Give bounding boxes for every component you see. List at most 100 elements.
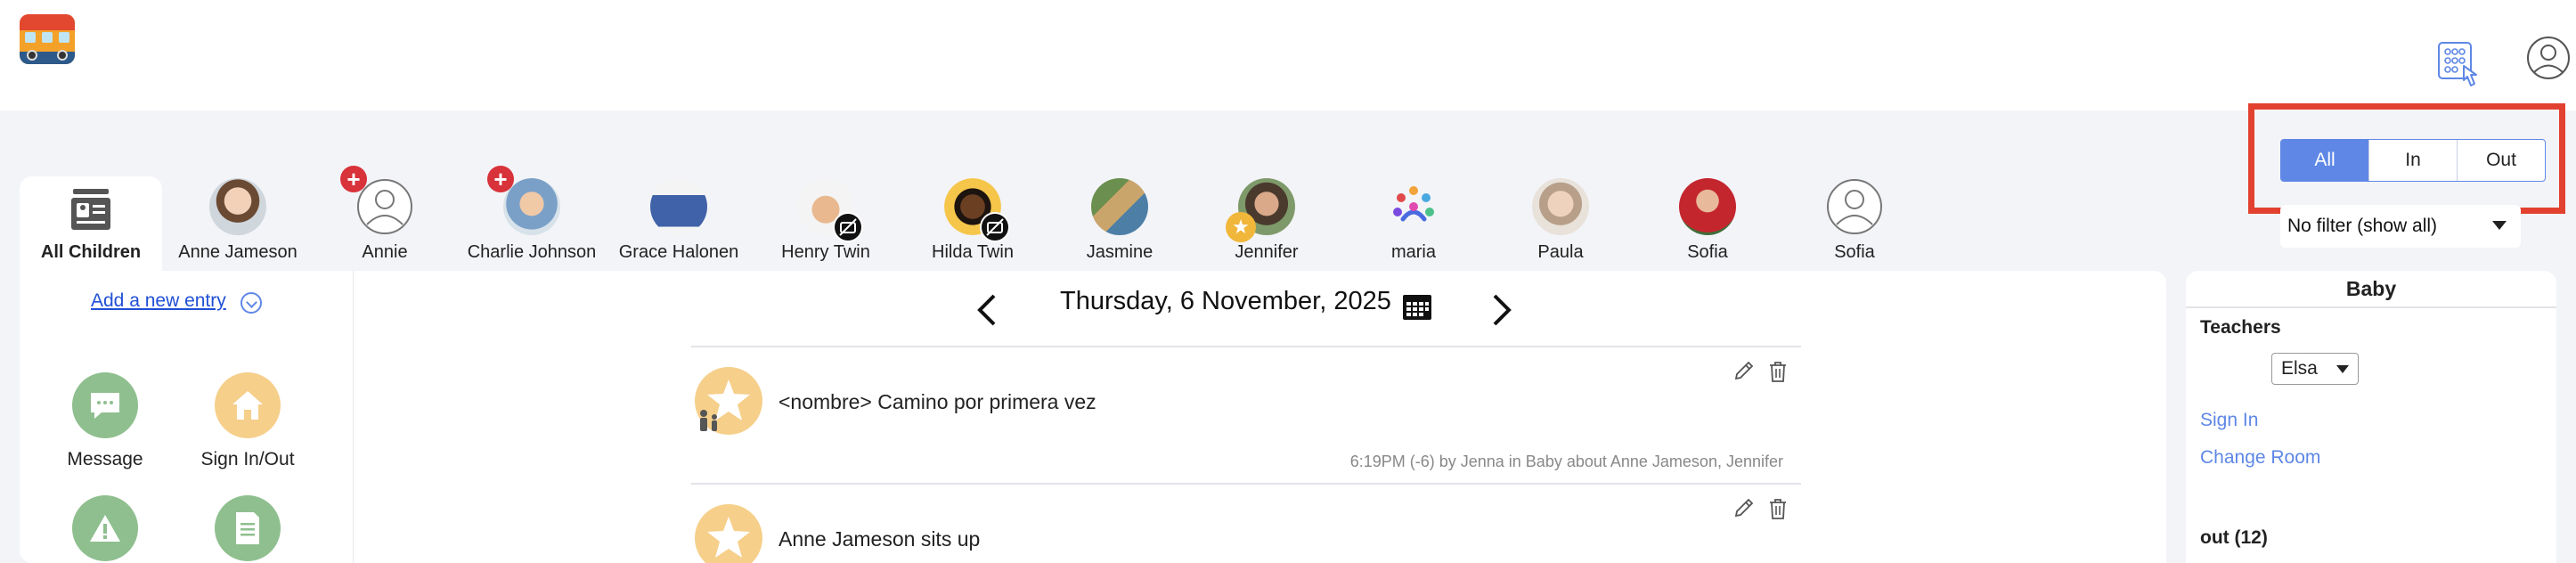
logo-window (42, 32, 53, 43)
child-charlie-johnson[interactable]: + Charlie Johnson (461, 166, 603, 267)
child-anne-jameson[interactable]: Anne Jameson (167, 178, 309, 267)
avatar (1091, 178, 1148, 235)
avatar (1679, 178, 1736, 235)
teacher-select-value: Elsa (2281, 358, 2318, 379)
child-grace-halonen[interactable]: Grace Halonen (607, 178, 750, 267)
avatar (1826, 178, 1883, 235)
status-in-button[interactable]: In (2369, 140, 2458, 181)
room-filter-value: No filter (show all) (2287, 216, 2438, 236)
child-photo (209, 178, 266, 235)
date-navigator: Thursday, 6 November, 2025 (971, 287, 1523, 331)
child-photo (1679, 178, 1736, 235)
action-document[interactable] (176, 495, 319, 561)
action-label: Message (67, 449, 143, 469)
child-photo (1091, 178, 1148, 235)
chevron-right-icon[interactable] (1482, 292, 1518, 328)
pencil-icon[interactable] (1733, 497, 1755, 518)
avatar: + (340, 166, 413, 235)
add-badge-icon: + (340, 166, 367, 192)
no-photo-icon (833, 212, 863, 242)
child-henry-twin[interactable]: Henry Twin (754, 178, 897, 267)
entry-meta: 6:19PM (-6) by Jenna in Baby about Anne … (1349, 453, 1783, 470)
logo-wheel (27, 50, 37, 61)
child-name: Sofia (1834, 242, 1875, 262)
add-new-entry-link[interactable]: Add a new entry (91, 290, 226, 312)
avatar (944, 178, 1010, 242)
logo-window (25, 32, 36, 43)
trash-icon[interactable] (1767, 360, 1789, 383)
child-name: Hilda Twin (932, 242, 1014, 262)
avatar: ★ (1226, 178, 1295, 242)
chevron-down-icon (2336, 365, 2349, 373)
entry-text: Anne Jameson sits up (779, 527, 981, 551)
avatar: + (487, 166, 560, 235)
journal-entry: Anne Jameson sits up (691, 483, 1801, 563)
person-placeholder-icon (1827, 179, 1882, 234)
school-bus-logo[interactable] (20, 14, 75, 64)
avatar (1532, 178, 1589, 235)
sign-in-link[interactable]: Sign In (2200, 410, 2258, 431)
child-jennifer[interactable]: ★ Jennifer (1195, 178, 1338, 267)
avatar (650, 178, 707, 235)
teacher-select[interactable]: Elsa (2271, 353, 2359, 385)
action-incident[interactable] (34, 495, 176, 561)
child-photo (650, 178, 707, 235)
trash-icon[interactable] (1767, 497, 1789, 520)
child-hilda-twin[interactable]: Hilda Twin (901, 178, 1044, 267)
child-name: Anne Jameson (178, 242, 298, 262)
action-message[interactable]: Message (34, 372, 176, 470)
pencil-icon[interactable] (1733, 360, 1755, 381)
child-name: Annie (362, 242, 408, 262)
child-name: Charlie Johnson (467, 242, 597, 262)
milestone-star-icon (695, 504, 762, 563)
child-jasmine[interactable]: Jasmine (1048, 178, 1191, 267)
tab-all-children[interactable]: All Children (20, 176, 162, 273)
top-bar (0, 0, 2576, 110)
calendar-icon[interactable] (1402, 292, 1432, 321)
person-placeholder-icon (357, 179, 412, 234)
child-sofia-2[interactable]: Sofia (1783, 178, 1926, 267)
user-account-icon[interactable] (2526, 36, 2571, 80)
current-date: Thursday, 6 November, 2025 (1060, 287, 1391, 315)
add-badge-icon: + (487, 166, 514, 192)
action-label: Sign In/Out (200, 449, 295, 469)
warning-icon (72, 495, 138, 561)
child-name: Jasmine (1086, 242, 1153, 262)
children-list-icon (68, 187, 114, 233)
avatar (209, 178, 266, 235)
status-segmented-control: All In Out (2280, 139, 2546, 182)
child-name: Grace Halonen (618, 242, 739, 262)
people-icon (1385, 178, 1442, 235)
chevron-down-icon[interactable] (240, 292, 262, 314)
chevron-down-icon (2492, 221, 2507, 230)
child-name: Paula (1537, 242, 1584, 262)
keypad-touch-icon[interactable] (2437, 39, 2487, 93)
child-name: Sofia (1687, 242, 1728, 262)
logo-roof (20, 14, 75, 30)
avatar (797, 178, 863, 242)
family-icon (700, 410, 717, 431)
child-name: Henry Twin (781, 242, 870, 262)
child-sofia[interactable]: Sofia (1636, 178, 1779, 267)
room-filter-select[interactable]: No filter (show all) (2280, 205, 2521, 248)
status-out-button[interactable]: Out (2458, 140, 2545, 181)
room-panel: Baby Teachers Elsa Sign In Change Room o… (2186, 271, 2556, 563)
room-title: Baby (2186, 271, 2556, 308)
tab-all-children-label: All Children (40, 242, 142, 262)
child-photo (1532, 178, 1589, 235)
journal-entry: <nombre> Camino por primera vez 6:19PM (… (691, 346, 1801, 485)
child-maria[interactable]: maria (1342, 178, 1485, 267)
house-icon (215, 372, 281, 438)
status-all-button[interactable]: All (2281, 140, 2369, 181)
logo-window (59, 32, 69, 43)
child-annie[interactable]: + Annie (314, 166, 456, 267)
change-room-link[interactable]: Change Room (2200, 447, 2320, 469)
no-photo-icon (980, 212, 1010, 242)
out-count-label: out (12) (2200, 527, 2268, 548)
chevron-left-icon[interactable] (971, 292, 1007, 328)
child-paula[interactable]: Paula (1489, 178, 1632, 267)
action-sign-in-out[interactable]: Sign In/Out (176, 372, 319, 470)
child-name: Jennifer (1235, 242, 1299, 262)
document-icon (215, 495, 281, 561)
logo-wheel (57, 50, 68, 61)
